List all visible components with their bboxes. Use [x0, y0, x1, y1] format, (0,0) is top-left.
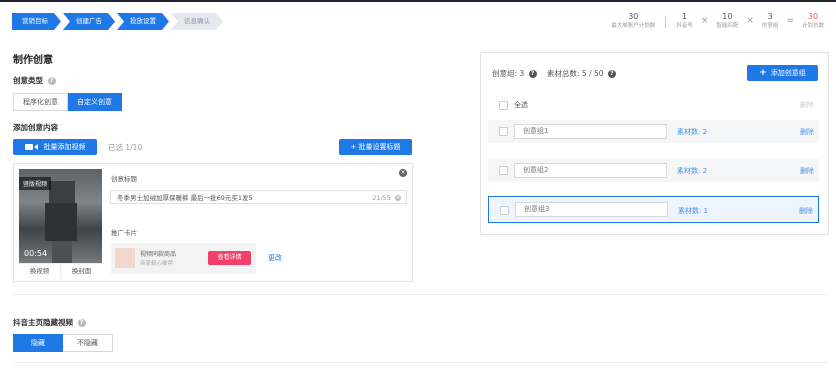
- promo-card-label: 推广卡片: [111, 229, 137, 237]
- stat-value: 3: [767, 12, 773, 21]
- thumbnail-actions: 换视频 换封面: [19, 263, 102, 279]
- help-icon[interactable]: ?: [47, 77, 56, 85]
- group-count: 创意组: 3: [492, 69, 525, 78]
- video-camera-lens: [33, 144, 38, 150]
- multiply-sign: ×: [746, 16, 754, 26]
- option-not-hide[interactable]: 不隐藏: [63, 334, 113, 352]
- video-camera-icon: [24, 144, 33, 150]
- thumbnail-figure: [45, 203, 77, 241]
- product-image: [115, 248, 135, 268]
- batch-add-video-button[interactable]: 批量添加视频: [13, 139, 97, 155]
- step-progress-bar: 营销目标 创建广告 投放设置 信息确认: [12, 13, 225, 30]
- stat-max-plans: 30 最大单账户计划数: [611, 12, 655, 30]
- option-hide[interactable]: 隐藏: [13, 334, 63, 352]
- row-checkbox[interactable]: [499, 166, 508, 175]
- delete-group-link[interactable]: 删除: [800, 166, 814, 176]
- hide-video-label: 抖音主页隐藏视频 ?: [13, 317, 86, 328]
- promo-card-subtitle: 商家精心推荐: [140, 261, 174, 267]
- material-count: 素材数: 1: [678, 207, 709, 215]
- batch-add-video-label: 批量添加视频: [43, 143, 86, 151]
- plus-icon: +: [759, 68, 767, 78]
- stat-value: 1: [682, 12, 688, 21]
- stat-label: 计划总数: [801, 23, 824, 29]
- creative-type-selector: 程序化创意 自定义创意: [13, 93, 122, 111]
- creative-group-row: 创意组2 素材数: 2 删除: [488, 159, 819, 182]
- video-thumbnail[interactable]: 竖版视频 00:54 换视频 换封面: [19, 169, 102, 279]
- add-content-label: 添加创意内容: [13, 123, 58, 132]
- creative-type-label: 创意类型 ?: [13, 75, 56, 86]
- hide-video-label-text: 抖音主页隐藏视频: [13, 318, 73, 327]
- creative-group-name-input[interactable]: 创意组3: [515, 202, 668, 217]
- material-total: 素材总数: 5 / 50: [546, 69, 604, 78]
- video-duration: 00:54: [24, 249, 48, 258]
- stat-label: 创意组: [761, 23, 779, 29]
- stat-douyin: 1 抖音号: [676, 12, 693, 30]
- equals-sign: =: [786, 16, 794, 26]
- divider: [665, 16, 667, 28]
- title-char-counter: 21/55 ×: [372, 191, 401, 205]
- stat-value: 30: [807, 12, 819, 21]
- creative-card: 竖版视频 00:54 换视频 换封面 × 创意标题 冬季男士加绒加厚保暖裤 最后…: [13, 163, 413, 282]
- thumbnail-figure: [52, 241, 72, 263]
- section-divider: [13, 294, 829, 295]
- select-all-label: 全选: [514, 101, 528, 109]
- promo-card-title: 视频同款商品: [140, 251, 177, 258]
- stat-label: 抖音号: [676, 23, 693, 29]
- creative-group-summary: 创意组: 3 ? 素材总数: 5 / 50 ?: [492, 68, 616, 79]
- option-custom-creative[interactable]: 自定义创意: [68, 93, 122, 111]
- option-programmatic-creative[interactable]: 程序化创意: [13, 93, 68, 111]
- stat-label: 智能匹配: [716, 23, 739, 29]
- stat-total-plans: 30 计划总数: [802, 12, 824, 30]
- creative-group-name-input[interactable]: 创意组2: [514, 163, 667, 178]
- creative-group-row-selected: 创意组3 素材数: 1 删除: [488, 196, 819, 223]
- close-icon[interactable]: ×: [399, 169, 407, 177]
- title-char-count: 21/55: [372, 194, 391, 202]
- step-marketing-goal[interactable]: 营销目标: [12, 13, 61, 30]
- hide-video-selector: 隐藏 不隐藏: [13, 334, 113, 352]
- replace-cover-button[interactable]: 换封面: [60, 264, 102, 279]
- creative-title-input[interactable]: 冬季男士加绒加厚保暖裤 最后一批69元买1发5 21/55 ×: [110, 190, 407, 204]
- stat-value: 10: [722, 12, 733, 21]
- step-info-confirm: 信息确认: [171, 13, 223, 30]
- add-creative-group-button[interactable]: + 添加创意组: [747, 65, 818, 81]
- creative-title-value: 冬季男士加绒加厚保暖裤 最后一批69元买1发5: [117, 194, 253, 202]
- bulk-delete-link[interactable]: 删除: [800, 100, 814, 110]
- top-edge-line: [0, 0, 836, 2]
- stat-value: 30: [628, 12, 639, 21]
- clear-icon[interactable]: ×: [395, 195, 401, 201]
- thumbnail-figure: [49, 181, 75, 203]
- view-details-button[interactable]: 查看详情: [208, 251, 251, 265]
- change-promo-link[interactable]: 更改: [268, 253, 282, 263]
- creative-title-label: 创意标题: [111, 175, 137, 183]
- stat-smart-match: 10 智能匹配: [716, 12, 738, 30]
- help-icon[interactable]: ?: [607, 69, 616, 78]
- material-count: 素材数: 2: [677, 128, 708, 136]
- vertical-video-badge: 竖版视频: [19, 177, 52, 190]
- section-divider: [13, 362, 829, 363]
- selected-count: 已选 1/10: [108, 143, 143, 152]
- material-count: 素材数: 2: [677, 167, 708, 175]
- creative-type-label-text: 创意类型: [13, 76, 43, 85]
- help-icon[interactable]: ?: [77, 319, 86, 327]
- plan-count-stats: 30 最大单账户计划数 1 抖音号 × 10 智能匹配 × 3 创意组 = 30…: [611, 12, 824, 30]
- add-creative-group-label: 添加创意组: [770, 69, 806, 77]
- creative-group-name-input[interactable]: 创意组1: [514, 124, 667, 139]
- row-checkbox[interactable]: [500, 206, 509, 215]
- row-checkbox[interactable]: [499, 127, 508, 136]
- promo-card: 视频同款商品 商家精心推荐 查看详情: [111, 243, 256, 274]
- replace-video-button[interactable]: 换视频: [19, 264, 60, 279]
- step-create-ad[interactable]: 创建广告: [63, 13, 115, 30]
- step-delivery-settings[interactable]: 投放设置: [117, 13, 169, 30]
- stat-creative-groups: 3 创意组: [762, 12, 779, 30]
- select-all-checkbox[interactable]: [499, 101, 508, 110]
- delete-group-link[interactable]: 删除: [799, 206, 813, 216]
- page-title: 制作创意: [13, 55, 53, 66]
- delete-group-link[interactable]: 删除: [800, 127, 814, 137]
- help-icon[interactable]: ?: [528, 69, 537, 78]
- multiply-sign: ×: [700, 16, 709, 26]
- creative-group-row: 创意组1 素材数: 2 删除: [488, 120, 819, 143]
- creative-group-panel: 创意组: 3 ? 素材总数: 5 / 50 ? + 添加创意组 全选 删除 创意组…: [480, 52, 829, 235]
- batch-set-title-button[interactable]: + 批量设置标题: [339, 139, 412, 155]
- stat-label: 最大单账户计划数: [611, 23, 656, 29]
